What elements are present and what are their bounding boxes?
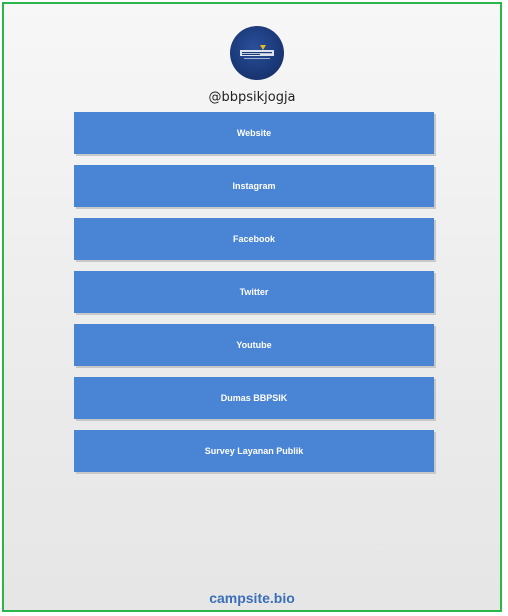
link-button-survey-layanan-publik[interactable]: Survey Layanan Publik [74, 430, 434, 472]
organization-logo-icon [240, 45, 274, 59]
link-button-facebook[interactable]: Facebook [74, 218, 434, 260]
footer-brand-link[interactable]: campsite.bio [4, 590, 500, 606]
avatar [230, 26, 284, 80]
link-button-twitter[interactable]: Twitter [74, 271, 434, 313]
page-frame: @bbpsikjogja Website Instagram Facebook … [2, 2, 502, 612]
link-list: Website Instagram Facebook Twitter Youtu… [74, 112, 436, 483]
link-button-instagram[interactable]: Instagram [74, 165, 434, 207]
link-button-website[interactable]: Website [74, 112, 434, 154]
profile-handle: @bbpsikjogja [208, 90, 296, 105]
link-button-youtube[interactable]: Youtube [74, 324, 434, 366]
link-button-dumas-bbpsik[interactable]: Dumas BBPSIK [74, 377, 434, 419]
